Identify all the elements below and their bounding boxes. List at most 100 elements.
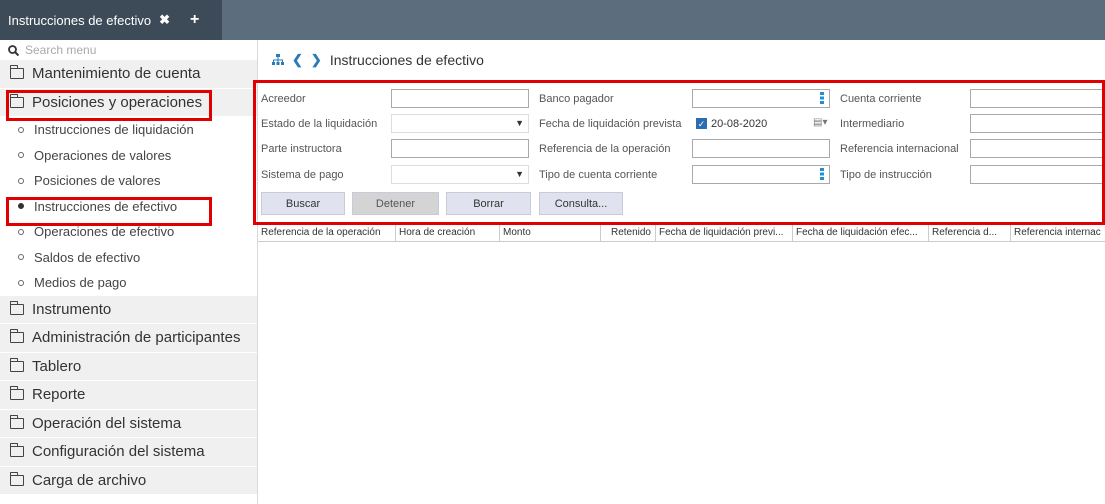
bullet-icon	[18, 177, 24, 184]
sidebar-item-saldos-efectivo[interactable]: Saldos de efectivo	[0, 244, 257, 270]
column-header[interactable]: Referencia de la operación	[258, 224, 396, 242]
referencia-internacional-label: Referencia internacional	[840, 143, 959, 155]
lookup-icon[interactable]	[820, 92, 824, 104]
sidebar-cat-label: Operación del sistema	[32, 414, 182, 432]
fecha-liquidacion-field[interactable]: ✓ 20-08-2020 ▤▾	[692, 114, 830, 133]
sidebar-item-medios-pago[interactable]: Medios de pago	[0, 270, 257, 296]
tipo-instruccion-field[interactable]	[970, 165, 1105, 184]
tab-instrucciones-efectivo[interactable]: Instrucciones de efectivo ✖ +	[0, 0, 222, 40]
sidebar-item-posiciones-valores[interactable]: Posiciones de valores	[0, 168, 257, 194]
tab-title: Instrucciones de efectivo	[8, 12, 152, 28]
column-header[interactable]: Fecha de liquidación efec...	[793, 224, 929, 242]
buscar-button[interactable]: Buscar	[261, 192, 345, 215]
sidebar-menu: Search menu Mantenimiento de cuenta Posi…	[0, 40, 258, 504]
search-icon	[8, 44, 19, 56]
sistema-pago-label: Sistema de pago	[261, 169, 344, 181]
sidebar-item-operaciones-efectivo[interactable]: Operaciones de efectivo	[0, 219, 257, 245]
folder-icon	[9, 386, 24, 401]
estado-liquidacion-select[interactable]: ▼	[391, 114, 529, 133]
fecha-value: 20-08-2020	[711, 117, 768, 130]
tipo-instruccion-label: Tipo de instrucción	[840, 169, 932, 181]
back-icon[interactable]: ❮	[292, 52, 303, 68]
bullet-icon	[18, 152, 24, 159]
bullet-icon	[18, 203, 24, 210]
sidebar-item-label: Posiciones de valores	[34, 173, 161, 189]
referencia-internacional-field[interactable]	[970, 139, 1105, 158]
consulta-button[interactable]: Consulta...	[539, 192, 623, 215]
folder-icon	[9, 443, 24, 458]
column-header[interactable]: Referencia internac	[1011, 224, 1105, 242]
cuenta-corriente-field[interactable]	[970, 89, 1105, 108]
sidebar-cat-tablero[interactable]: Tablero	[0, 352, 257, 381]
main-panel: ❮ ❯ Instrucciones de efectivo Acreedor B…	[258, 40, 1105, 504]
folder-icon	[9, 300, 24, 315]
calendar-icon[interactable]: ▤▾	[813, 117, 827, 128]
bullet-icon	[18, 126, 24, 133]
sidebar-cat-carga-archivo[interactable]: Carga de archivo	[0, 466, 257, 495]
folder-icon	[9, 329, 24, 344]
forward-icon[interactable]: ❯	[311, 52, 322, 68]
bullet-icon	[18, 279, 24, 286]
folder-icon	[9, 471, 24, 486]
parte-instructora-label: Parte instructora	[261, 143, 342, 155]
sidebar-cat-posiciones[interactable]: Posiciones y operaciones	[0, 88, 257, 117]
tab-bar: Instrucciones de efectivo ✖ +	[0, 0, 1105, 40]
sidebar-cat-reporte[interactable]: Reporte	[0, 381, 257, 410]
sidebar-cat-label: Carga de archivo	[32, 471, 147, 489]
sidebar-cat-operacion-sistema[interactable]: Operación del sistema	[0, 409, 257, 438]
bullet-icon	[18, 228, 24, 235]
folder-icon	[9, 65, 24, 80]
cuenta-corriente-label: Cuenta corriente	[840, 93, 922, 105]
sidebar-item-operaciones-valores[interactable]: Operaciones de valores	[0, 142, 257, 168]
detener-button[interactable]: Detener	[352, 192, 439, 215]
folder-icon	[9, 414, 24, 429]
bullet-icon	[18, 254, 24, 261]
sidebar-cat-mantenimiento[interactable]: Mantenimiento de cuenta	[0, 60, 257, 89]
dropdown-arrow-icon[interactable]: ▼	[515, 169, 524, 179]
parte-instructora-field[interactable]	[391, 139, 529, 158]
column-header[interactable]: Retenido	[601, 224, 656, 242]
sistema-pago-select[interactable]: ▼	[391, 165, 529, 184]
estado-liquidacion-label: Estado de la liquidación	[261, 118, 378, 130]
breadcrumb: ❮ ❯ Instrucciones de efectivo	[272, 52, 484, 68]
column-header[interactable]: Fecha de liquidación previ...	[656, 224, 793, 242]
sidebar-cat-administracion[interactable]: Administración de participantes	[0, 324, 257, 353]
dropdown-arrow-icon[interactable]: ▼	[515, 118, 524, 128]
sidebar-cat-configuracion[interactable]: Configuración del sistema	[0, 438, 257, 467]
results-table-header: Referencia de la operación Hora de creac…	[258, 224, 1105, 242]
page-title: Instrucciones de efectivo	[329, 52, 484, 68]
search-placeholder: Search menu	[25, 43, 97, 57]
sidebar-cat-label: Reporte	[32, 386, 86, 404]
referencia-operacion-field[interactable]	[692, 139, 830, 158]
sidebar-item-label: Operaciones de valores	[34, 147, 172, 163]
sidebar-item-instrucciones-efectivo[interactable]: Instrucciones de efectivo	[0, 193, 257, 219]
acreedor-label: Acreedor	[261, 93, 306, 105]
add-tab-icon[interactable]: +	[190, 11, 199, 29]
column-header[interactable]: Hora de creación	[396, 224, 500, 242]
sitemap-icon[interactable]	[272, 54, 284, 66]
close-icon[interactable]: ✖	[159, 12, 170, 28]
search-menu[interactable]: Search menu	[0, 40, 257, 60]
sidebar-cat-label: Configuración del sistema	[32, 443, 205, 461]
sidebar-item-label: Operaciones de efectivo	[34, 224, 175, 240]
sidebar-item-label: Saldos de efectivo	[34, 249, 141, 265]
banco-pagador-field[interactable]	[692, 89, 830, 108]
sidebar-cat-label: Mantenimiento de cuenta	[32, 65, 201, 83]
banco-pagador-label: Banco pagador	[539, 93, 614, 105]
tipo-cuenta-corriente-label: Tipo de cuenta corriente	[539, 169, 658, 181]
folder-icon	[9, 357, 24, 372]
acreedor-field[interactable]	[391, 89, 529, 108]
column-header[interactable]: Referencia d...	[929, 224, 1011, 242]
lookup-icon[interactable]	[820, 168, 824, 180]
column-header[interactable]: Monto	[500, 224, 601, 242]
sidebar-cat-instrumento[interactable]: Instrumento	[0, 295, 257, 324]
tipo-cuenta-corriente-field[interactable]	[692, 165, 830, 184]
sidebar-item-instrucciones-liquidacion[interactable]: Instrucciones de liquidación	[0, 117, 257, 143]
sidebar-item-label: Instrucciones de liquidación	[34, 122, 194, 138]
intermediario-label: Intermediario	[840, 118, 905, 130]
borrar-button[interactable]: Borrar	[446, 192, 531, 215]
intermediario-field[interactable]	[970, 114, 1105, 133]
sidebar-cat-label: Instrumento	[32, 300, 112, 318]
folder-open-icon	[9, 93, 24, 108]
fecha-checkbox[interactable]: ✓	[696, 118, 707, 129]
